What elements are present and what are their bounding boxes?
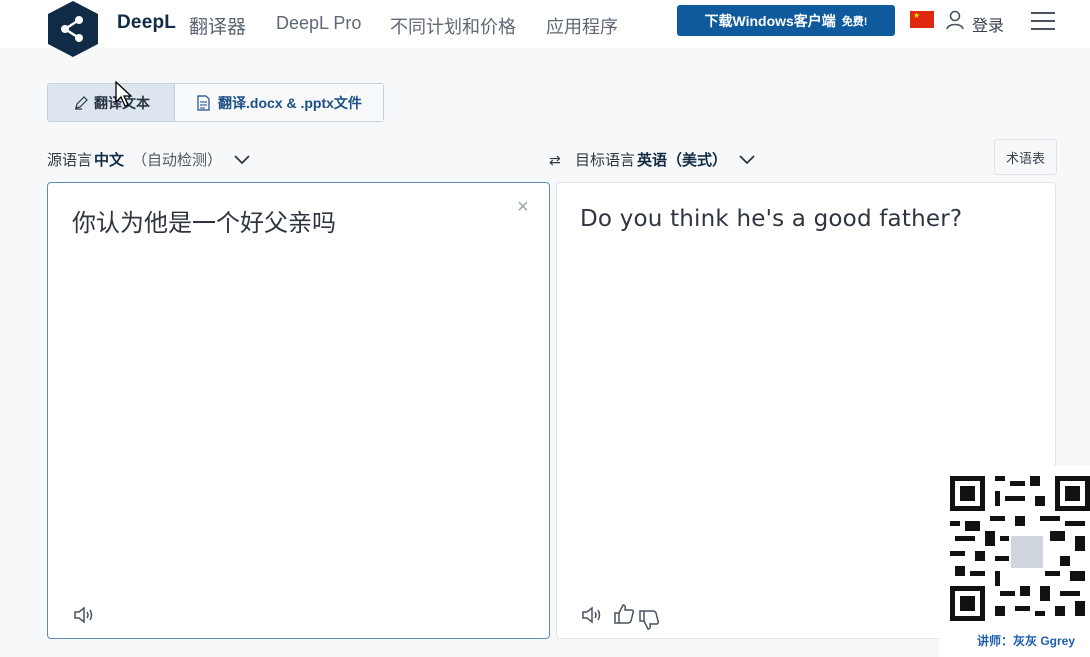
speaker-icon[interactable]	[580, 603, 604, 627]
nav-apps[interactable]: 应用程序	[546, 13, 618, 39]
download-windows-button[interactable]: 下载Windows客户端 免费!	[677, 5, 895, 36]
swap-languages-icon[interactable]: ⇄	[549, 152, 561, 169]
target-language-prefix: 目标语言	[575, 152, 636, 169]
source-language-name: 中文	[94, 152, 125, 169]
chevron-down-icon	[739, 154, 755, 164]
source-text-input[interactable]: 你认为他是一个好父亲吗	[72, 203, 336, 238]
source-language-selector[interactable]: 源语言 中文 （自动检测）	[47, 149, 250, 170]
target-language-selector[interactable]: 目标语言 英语（美式）	[575, 149, 755, 170]
thumbs-up-icon[interactable]	[612, 602, 636, 626]
header: DeepL 翻译器 DeepL Pro 不同计划和价格 应用程序 下载Windo…	[0, 0, 1090, 57]
glossary-button[interactable]: 术语表	[994, 139, 1057, 175]
pen-icon	[75, 95, 88, 110]
avatar	[1009, 534, 1045, 570]
speaker-icon[interactable]	[72, 603, 96, 627]
nav-plans-pricing[interactable]: 不同计划和价格	[390, 13, 516, 39]
source-text-pane[interactable]: 你认为他是一个好父亲吗 ×	[47, 182, 550, 639]
user-icon[interactable]	[946, 10, 964, 30]
tab-translate-files-label: 翻译.docx & .pptx文件	[218, 94, 362, 111]
target-language-name: 英语（美式）	[637, 152, 728, 169]
brand-subtitle[interactable]: 翻译器	[189, 12, 246, 39]
thumbs-down-icon[interactable]	[637, 608, 661, 632]
tab-translate-files[interactable]: 翻译.docx & .pptx文件	[175, 84, 383, 121]
document-icon	[197, 94, 210, 111]
chevron-down-icon	[234, 154, 250, 164]
auto-detect-label: （自动检测）	[132, 152, 223, 169]
clear-text-icon[interactable]: ×	[517, 196, 529, 219]
mode-tabs: 翻译文本 翻译.docx & .pptx文件	[47, 83, 384, 122]
china-flag-icon[interactable]: ★	[910, 11, 934, 28]
qr-code-overlay: 讲师：灰灰 Ggrey	[939, 466, 1090, 657]
translated-text: Do you think he's a good father?	[580, 206, 963, 232]
login-link[interactable]: 登录	[972, 12, 1004, 36]
teacher-credit: 讲师：灰灰 Ggrey	[977, 634, 1076, 648]
brand-name[interactable]: DeepL	[117, 12, 176, 34]
free-badge: 免费!	[841, 15, 868, 28]
mouse-cursor-icon	[115, 80, 133, 107]
deepl-logo-icon[interactable]	[46, 0, 100, 58]
nav-deepl-pro[interactable]: DeepL Pro	[276, 13, 361, 34]
hamburger-menu-icon[interactable]	[1031, 12, 1057, 32]
download-button-label: 下载Windows客户端	[704, 12, 836, 29]
source-language-prefix: 源语言	[47, 152, 93, 169]
